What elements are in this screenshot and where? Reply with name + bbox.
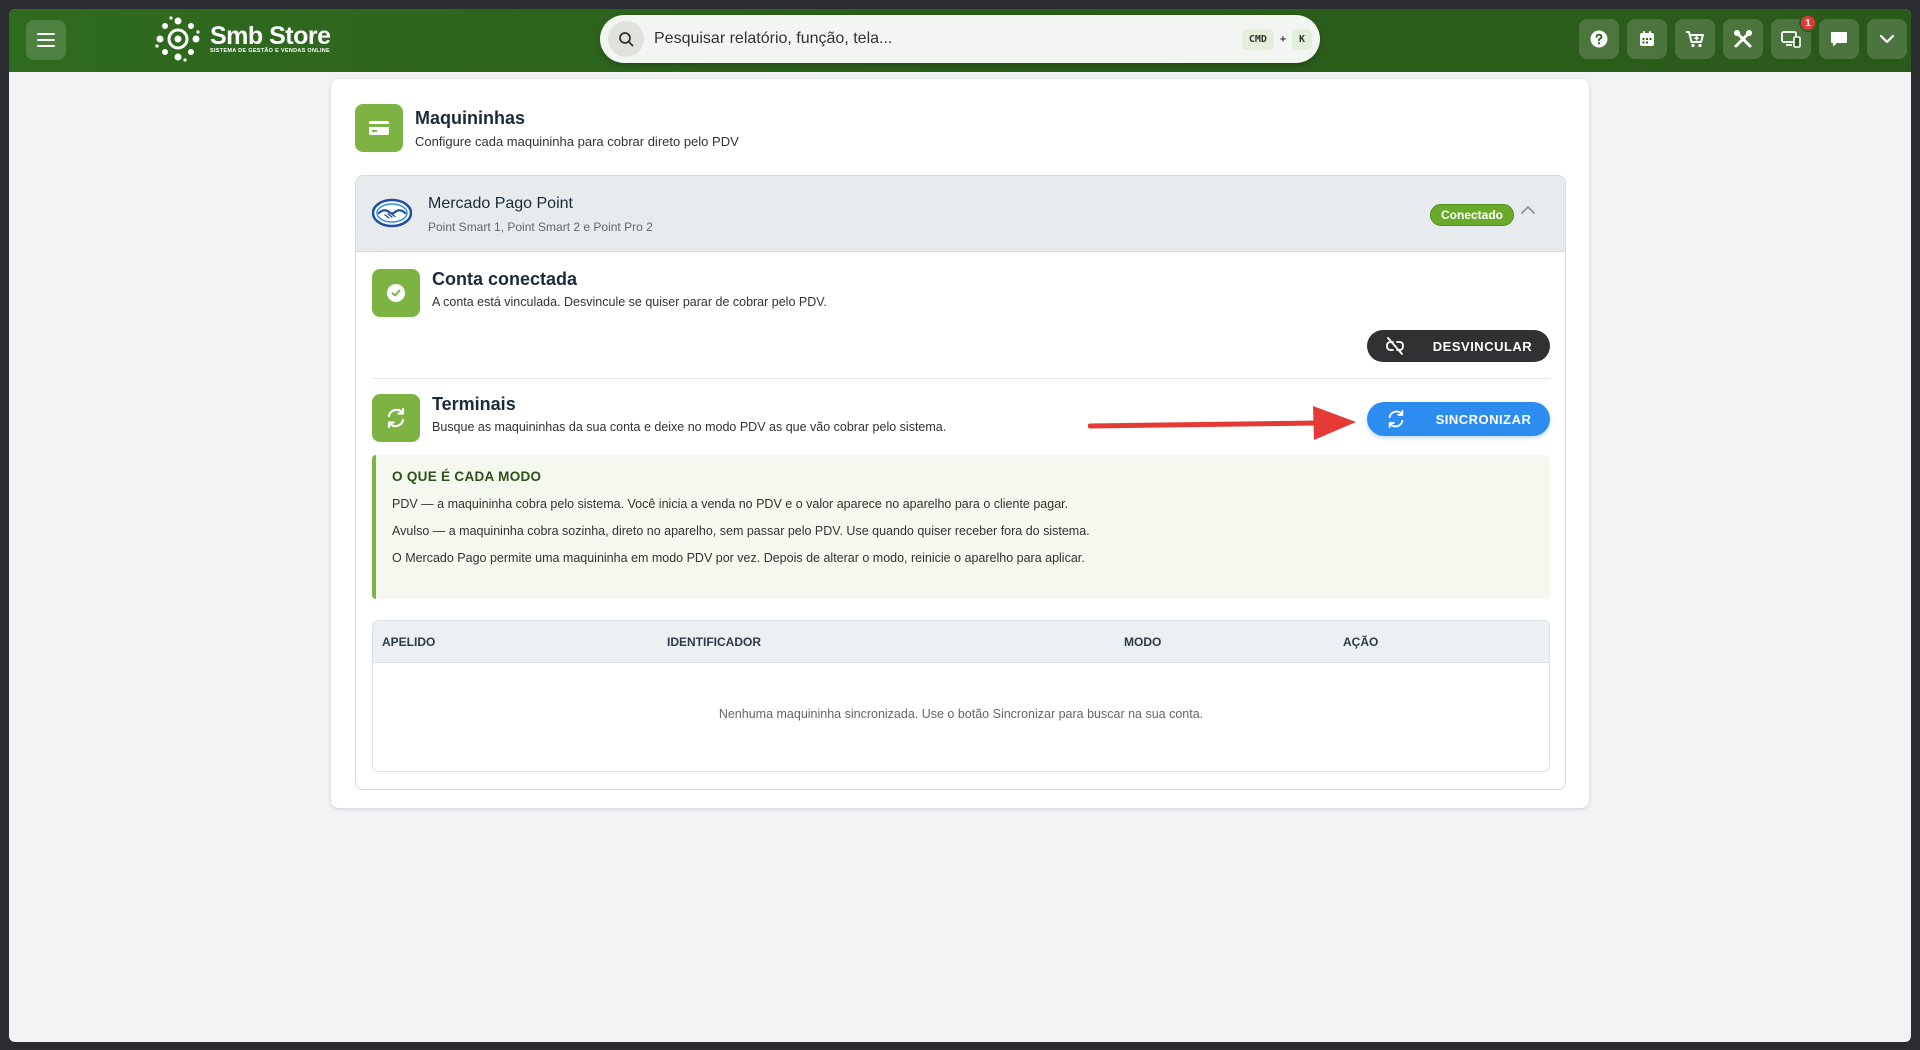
brand-tagline: SISTEMA DE GESTÃO E VENDAS ONLINE xyxy=(210,48,331,54)
calendar-button[interactable] xyxy=(1627,19,1667,59)
table-header: APELIDO IDENTIFICADOR MODO AÇÃO xyxy=(373,621,1549,663)
calendar-icon xyxy=(1640,31,1654,46)
column-acao: AÇÃO xyxy=(1343,635,1379,649)
help-button[interactable] xyxy=(1579,19,1619,59)
notification-badge: 1 xyxy=(1799,14,1817,32)
column-identificador: IDENTIFICADOR xyxy=(667,635,761,649)
check-circle-icon xyxy=(387,284,405,302)
page-header: Maquininhas Configure cada maquininha pa… xyxy=(355,104,739,152)
user-menu-button[interactable] xyxy=(1867,19,1907,59)
info-line-note: O Mercado Pago permite uma maquininha em… xyxy=(392,551,1085,565)
card-payment-icon-tile xyxy=(355,104,403,152)
hamburger-icon xyxy=(37,33,55,47)
terminals-sync-tile xyxy=(372,394,420,442)
cart-button[interactable] xyxy=(1675,19,1715,59)
devices-icon xyxy=(1781,31,1801,48)
sync-label: SINCRONIZAR xyxy=(1435,411,1532,427)
search-shortcut: CMD + K xyxy=(1241,28,1312,50)
info-line-avulso: Avulso — a maquininha cobra sozinha, dir… xyxy=(392,524,1090,538)
brand-logo[interactable]: Smb Store SISTEMA DE GESTÃO E VENDAS ONL… xyxy=(154,14,331,64)
account-title: Conta conectada xyxy=(432,269,578,289)
account-description: A conta está vinculada. Desvincule se qu… xyxy=(432,295,827,309)
chat-icon xyxy=(1831,32,1847,47)
menu-button[interactable] xyxy=(26,20,66,60)
search-button[interactable] xyxy=(608,21,644,57)
search-input[interactable] xyxy=(654,30,1242,48)
help-icon xyxy=(1590,30,1608,48)
sync-button[interactable]: SINCRONIZAR xyxy=(1367,402,1550,436)
info-line-pdv: PDV — a maquininha cobra pelo sistema. V… xyxy=(392,497,1069,511)
logo-icon xyxy=(155,16,200,62)
account-check-tile xyxy=(372,269,420,317)
app-window: Smb Store SISTEMA DE GESTÃO E VENDAS ONL… xyxy=(9,9,1911,1042)
terminals-description: Busque as maquininhas da sua conta e dei… xyxy=(432,420,947,434)
page-title: Maquininhas xyxy=(415,108,526,128)
global-search[interactable]: CMD + K xyxy=(600,15,1320,63)
modes-info-box: O QUE É CADA MODO PDV — a maquininha cob… xyxy=(372,455,1550,599)
chevron-down-icon xyxy=(1879,34,1895,44)
status-badge: Conectado xyxy=(1430,204,1515,226)
unlink-label: DESVINCULAR xyxy=(1432,338,1533,354)
cart-icon xyxy=(1686,31,1704,48)
main-card: Maquininhas Configure cada maquininha pa… xyxy=(331,79,1589,808)
table-empty-message: Nenhuma maquininha sincronizada. Use o b… xyxy=(718,707,1204,721)
top-bar: Smb Store SISTEMA DE GESTÃO E VENDAS ONL… xyxy=(9,9,1911,72)
annotation-arrow-icon xyxy=(1088,406,1356,440)
shortcut-plus: + xyxy=(1279,33,1286,45)
brand-name: Smb Store xyxy=(210,22,331,50)
unlink-button[interactable]: DESVINCULAR xyxy=(1367,330,1550,362)
info-title: O QUE É CADA MODO xyxy=(392,469,542,484)
refresh-icon xyxy=(387,407,405,429)
terminals-title: Terminais xyxy=(432,394,516,414)
provider-models: Point Smart 1, Point Smart 2 e Point Pro… xyxy=(428,220,653,234)
unlink-icon xyxy=(1385,337,1404,355)
search-icon xyxy=(619,32,634,47)
mercado-pago-logo xyxy=(372,198,412,228)
tools-button[interactable] xyxy=(1723,19,1763,59)
provider-name: Mercado Pago Point xyxy=(428,195,573,212)
provider-header[interactable]: Mercado Pago Point Point Smart 1, Point … xyxy=(356,176,1565,252)
chevron-up-icon[interactable] xyxy=(1520,204,1536,216)
page-description: Configure cada maquininha para cobrar di… xyxy=(415,134,739,149)
terminals-table: APELIDO IDENTIFICADOR MODO AÇÃO Nenhuma … xyxy=(372,620,1550,772)
account-section: Conta conectada A conta está vinculada. … xyxy=(372,269,1550,317)
shortcut-key-cmd: CMD xyxy=(1241,28,1274,50)
provider-panel: Mercado Pago Point Point Smart 1, Point … xyxy=(355,175,1566,790)
tools-icon xyxy=(1734,30,1752,48)
section-divider xyxy=(372,378,1550,379)
shortcut-key-k: K xyxy=(1291,28,1312,50)
devices-button[interactable]: 1 xyxy=(1771,14,1817,59)
chat-button[interactable] xyxy=(1819,19,1859,59)
top-actions: 1 xyxy=(1579,14,1907,59)
credit-card-icon xyxy=(369,121,389,135)
column-apelido: APELIDO xyxy=(382,635,436,649)
sync-icon xyxy=(1388,409,1403,429)
column-modo: MODO xyxy=(1124,635,1162,649)
